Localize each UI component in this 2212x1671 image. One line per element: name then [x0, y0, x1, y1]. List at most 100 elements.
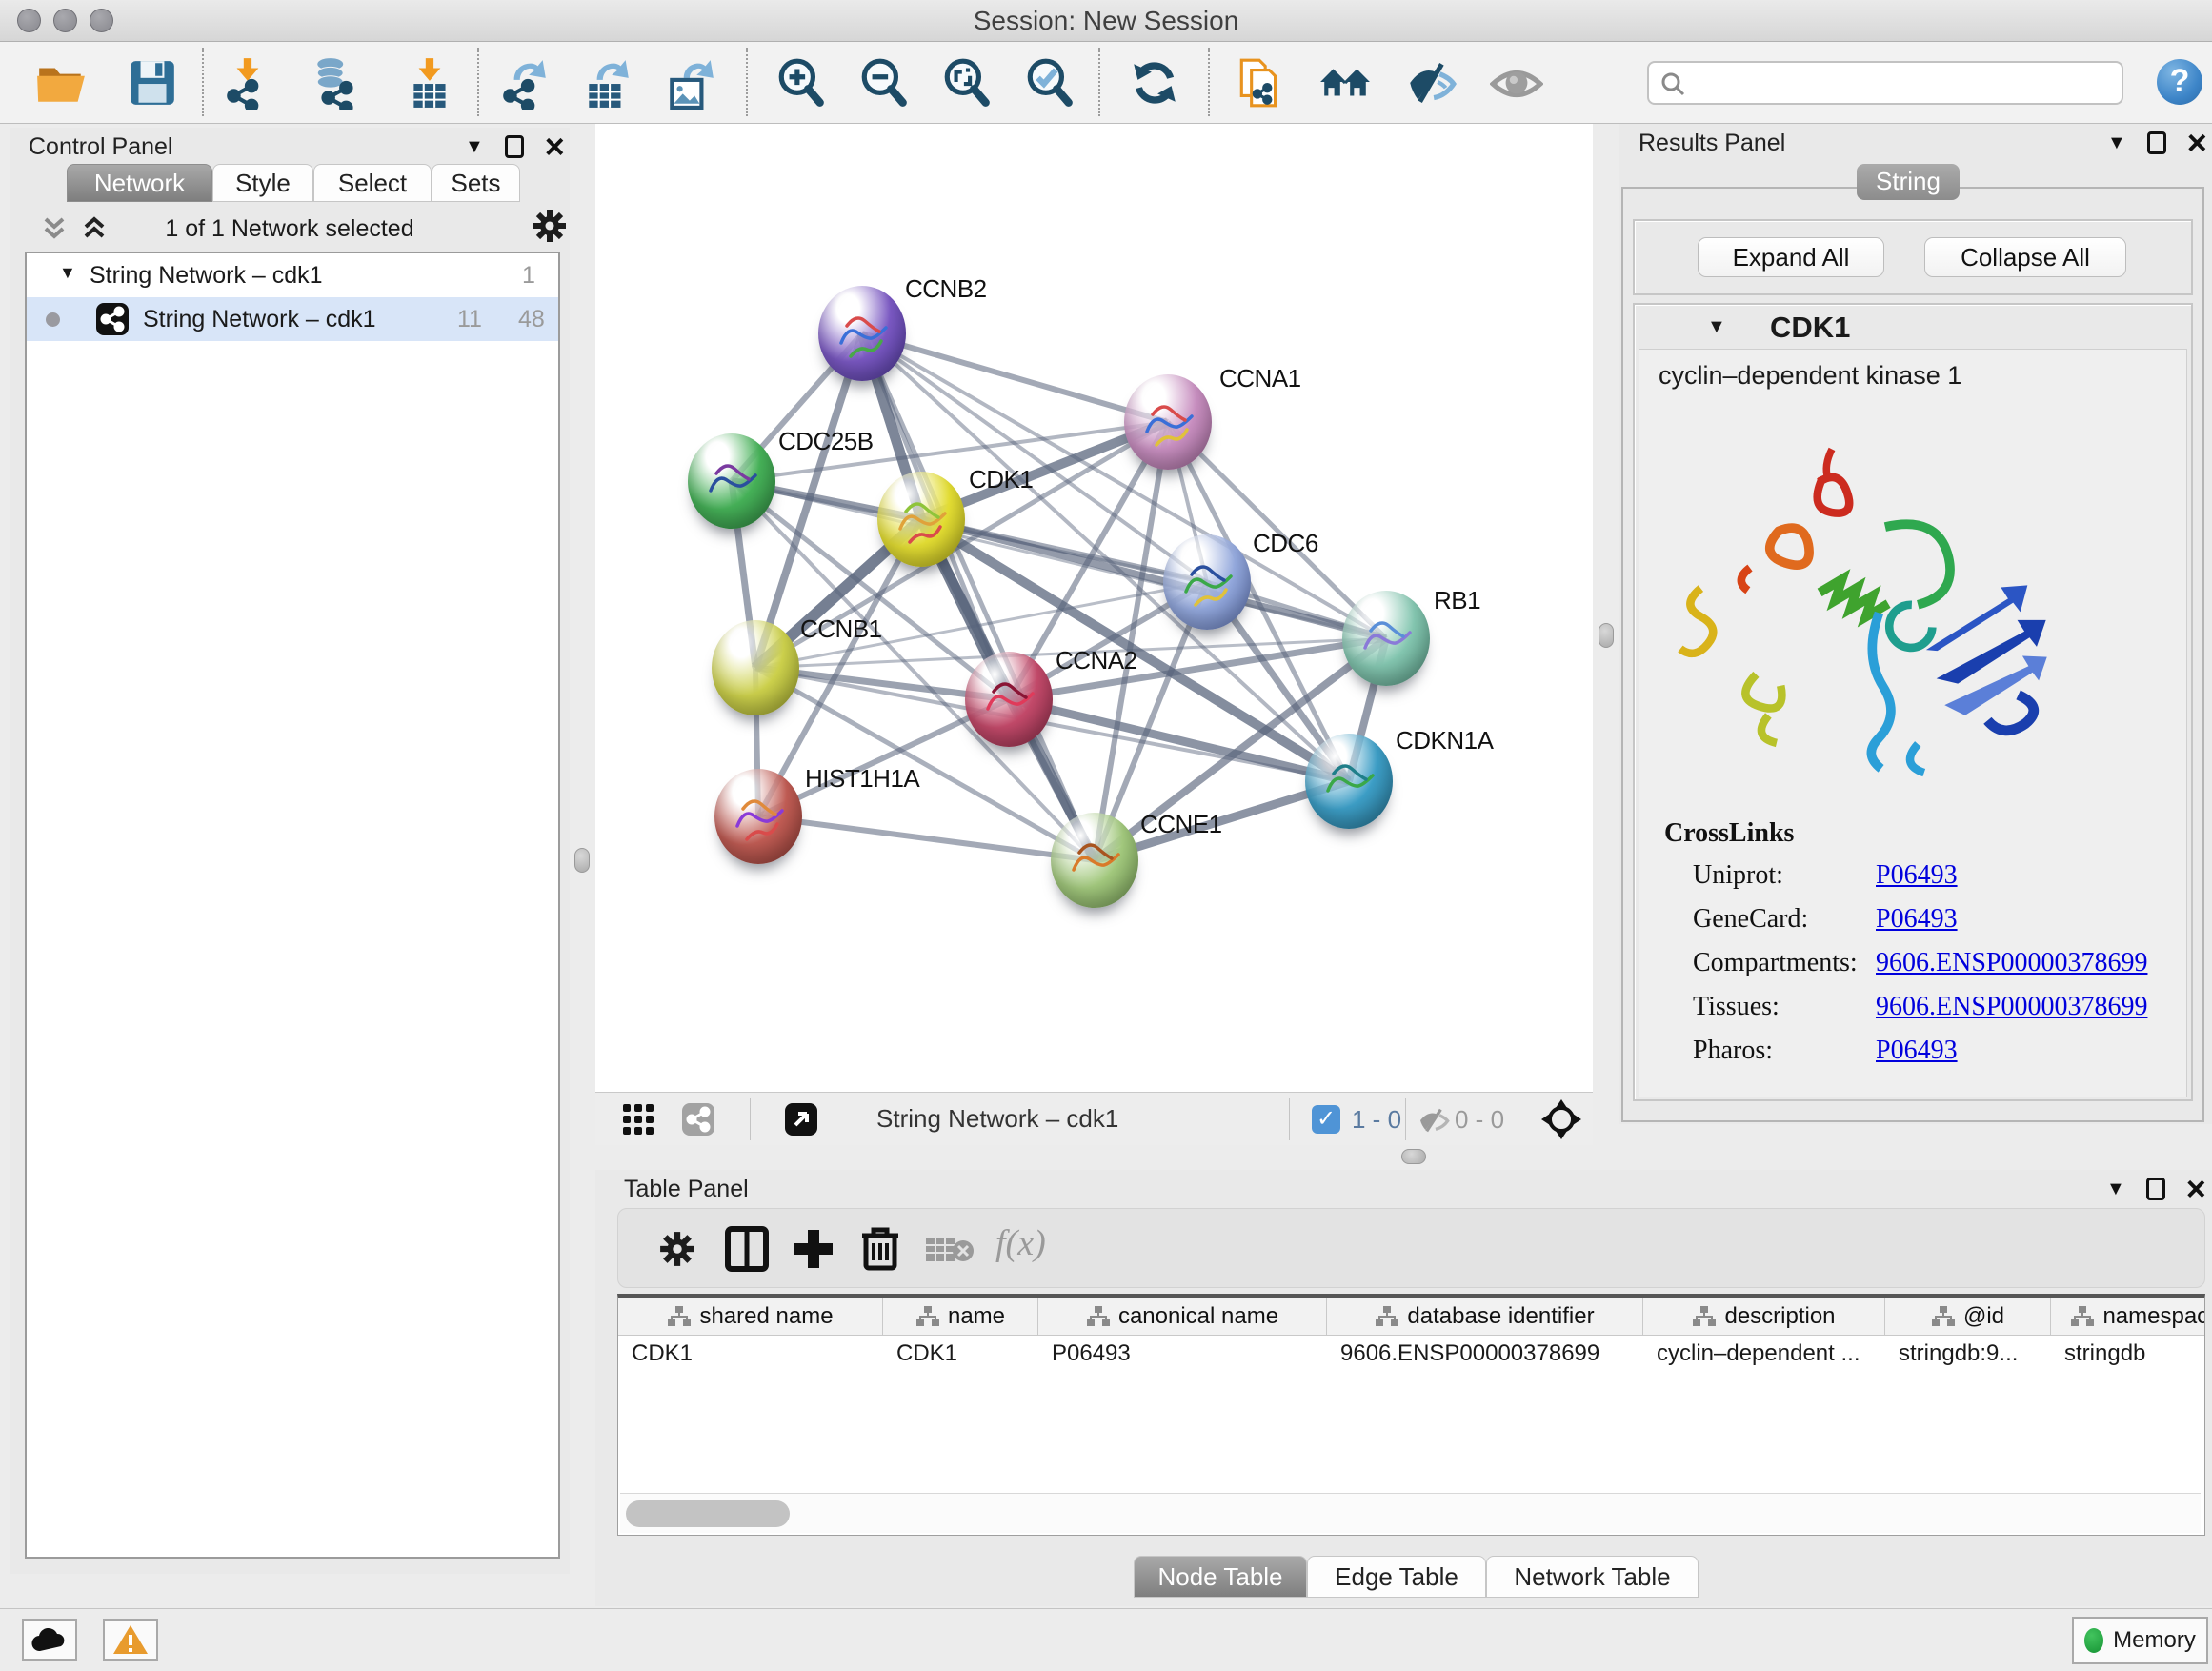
create-column-icon[interactable]: [792, 1226, 835, 1272]
birds-eye-icon[interactable]: [1540, 1098, 1582, 1140]
export-table-icon[interactable]: [581, 56, 634, 110]
function-builder-icon[interactable]: f(x): [995, 1222, 1046, 1264]
import-network-from-database-icon[interactable]: [311, 56, 364, 110]
delete-column-icon[interactable]: [858, 1224, 902, 1272]
warning-button[interactable]: [103, 1619, 158, 1661]
show-hidden-icon[interactable]: [1490, 56, 1543, 110]
zoom-in-icon[interactable]: [774, 56, 828, 110]
horizontal-scrollbar[interactable]: [620, 1493, 2201, 1533]
network-badge-icon[interactable]: [681, 1102, 715, 1137]
clone-network-icon[interactable]: [1234, 56, 1287, 110]
edge-count: 48: [518, 306, 545, 333]
save-session-icon[interactable]: [126, 56, 179, 110]
network-node-CDC6[interactable]: [1163, 534, 1251, 630]
import-table-icon[interactable]: [404, 56, 457, 110]
right-splitter-handle[interactable]: [1599, 623, 1614, 648]
fit-content-icon[interactable]: [940, 56, 994, 110]
tab-network[interactable]: Network: [67, 164, 212, 202]
crosslink-label: Pharos:: [1693, 1036, 1876, 1066]
tree-expand-icon[interactable]: ▼: [59, 263, 76, 283]
column-header-shared-name[interactable]: shared name: [618, 1298, 883, 1335]
network-node-CDC25B[interactable]: [688, 433, 775, 529]
network-node-CCNA2[interactable]: [965, 652, 1053, 747]
memory-button[interactable]: Memory: [2072, 1617, 2208, 1664]
clear-table-icon[interactable]: [925, 1236, 975, 1264]
table-row[interactable]: CDK1CDK1P064939606.ENSP00000378699cyclin…: [618, 1336, 2204, 1374]
tab-edge-table[interactable]: Edge Table: [1307, 1556, 1486, 1598]
network-node-CDK1[interactable]: [877, 472, 965, 567]
table-panel: Table Panel ▼ × f(x) shared namenamecano…: [595, 1170, 2212, 1606]
table-header-row: shared namenamecanonical namedatabase id…: [618, 1298, 2204, 1336]
column-header-name[interactable]: name: [883, 1298, 1038, 1335]
network-node-CCNE1[interactable]: [1051, 813, 1138, 908]
network-collection-row[interactable]: ▼ String Network – cdk1 1: [27, 253, 558, 297]
tab-node-table[interactable]: Node Table: [1134, 1556, 1307, 1598]
export-network-icon[interactable]: [498, 56, 552, 110]
column-header-canonical-name[interactable]: canonical name: [1038, 1298, 1327, 1335]
hidden-eye-icon[interactable]: [1417, 1103, 1451, 1137]
maximize-panel-icon[interactable]: [2146, 1178, 2165, 1200]
close-panel-icon[interactable]: ×: [2187, 131, 2207, 154]
export-image-icon[interactable]: [664, 56, 717, 110]
collection-label: String Network – cdk1: [90, 262, 323, 290]
float-panel-icon[interactable]: ▼: [2106, 1178, 2125, 1200]
table-cell: P06493: [1038, 1336, 1327, 1374]
crosslink-value-link[interactable]: P06493: [1876, 860, 1958, 891]
tab-string[interactable]: String: [1857, 164, 1960, 200]
help-button[interactable]: ?: [2157, 59, 2202, 105]
tab-sets[interactable]: Sets: [432, 164, 520, 202]
column-header-namespace[interactable]: namespace: [2051, 1298, 2205, 1335]
import-network-icon[interactable]: [222, 56, 275, 110]
collapse-all-button[interactable]: Collapse All: [1924, 237, 2126, 277]
network-row-selected[interactable]: String Network – cdk1 11 48: [27, 297, 558, 341]
grid-view-icon[interactable]: [621, 1102, 655, 1137]
network-node-CDKN1A[interactable]: [1305, 734, 1393, 829]
tab-network-table[interactable]: Network Table: [1486, 1556, 1699, 1598]
float-panel-icon[interactable]: ▼: [465, 136, 484, 158]
scrollbar-thumb[interactable]: [626, 1500, 790, 1527]
network-node-CCNA1[interactable]: [1124, 374, 1212, 470]
column-header-database-identifier[interactable]: database identifier: [1327, 1298, 1643, 1335]
tab-style[interactable]: Style: [212, 164, 313, 202]
left-splitter-handle[interactable]: [574, 848, 590, 873]
column-header-@id[interactable]: @id: [1885, 1298, 2051, 1335]
network-node-label: CCNB1: [800, 614, 882, 644]
network-node-HIST1H1A[interactable]: [714, 769, 802, 864]
refresh-icon[interactable]: [1128, 56, 1181, 110]
column-header-label: namespace: [2102, 1303, 2205, 1330]
bottom-splitter-handle[interactable]: [1401, 1149, 1426, 1164]
expand-all-button[interactable]: Expand All: [1698, 237, 1884, 277]
home-icon[interactable]: [1318, 56, 1372, 110]
close-panel-icon[interactable]: ×: [545, 135, 565, 158]
cloud-button[interactable]: [22, 1619, 77, 1661]
selected-checkbox-icon[interactable]: ✓: [1312, 1105, 1340, 1134]
show-columns-icon[interactable]: [725, 1226, 769, 1272]
open-session-icon[interactable]: [34, 56, 88, 110]
zoom-selected-icon[interactable]: [1023, 56, 1076, 110]
network-node-RB1[interactable]: [1342, 591, 1430, 686]
detach-view-icon[interactable]: [784, 1102, 818, 1137]
maximize-panel-icon[interactable]: [2147, 131, 2166, 154]
float-panel-icon[interactable]: ▼: [2107, 132, 2126, 154]
maximize-panel-icon[interactable]: [505, 135, 524, 158]
crosslink-value-link[interactable]: 9606.ENSP00000378699: [1876, 948, 2147, 978]
search-input[interactable]: [1647, 61, 2123, 105]
gear-icon[interactable]: [532, 208, 568, 244]
crosslink-value-link[interactable]: 9606.ENSP00000378699: [1876, 992, 2147, 1022]
close-panel-icon[interactable]: ×: [2186, 1178, 2206, 1200]
main-toolbar: ?: [0, 42, 2212, 124]
table-toolbar: f(x): [617, 1208, 2205, 1288]
hide-selected-icon[interactable]: [1404, 56, 1458, 110]
network-node-CCNB1[interactable]: [712, 620, 799, 715]
zoom-out-icon[interactable]: [857, 56, 911, 110]
column-header-description[interactable]: description: [1643, 1298, 1885, 1335]
network-node-CCNB2[interactable]: [818, 286, 906, 381]
network-edge[interactable]: [758, 816, 1095, 860]
memory-label: Memory: [2113, 1627, 2196, 1654]
section-collapse-icon[interactable]: ▼: [1707, 316, 1726, 338]
network-canvas[interactable]: CCNB2CCNA1CDC25BCDK1CDC6RB1CCNB1CCNA2CDK…: [595, 124, 1593, 1092]
crosslink-value-link[interactable]: P06493: [1876, 1036, 1958, 1066]
tab-select[interactable]: Select: [313, 164, 432, 202]
crosslink-value-link[interactable]: P06493: [1876, 904, 1958, 935]
gear-icon[interactable]: [658, 1230, 696, 1268]
